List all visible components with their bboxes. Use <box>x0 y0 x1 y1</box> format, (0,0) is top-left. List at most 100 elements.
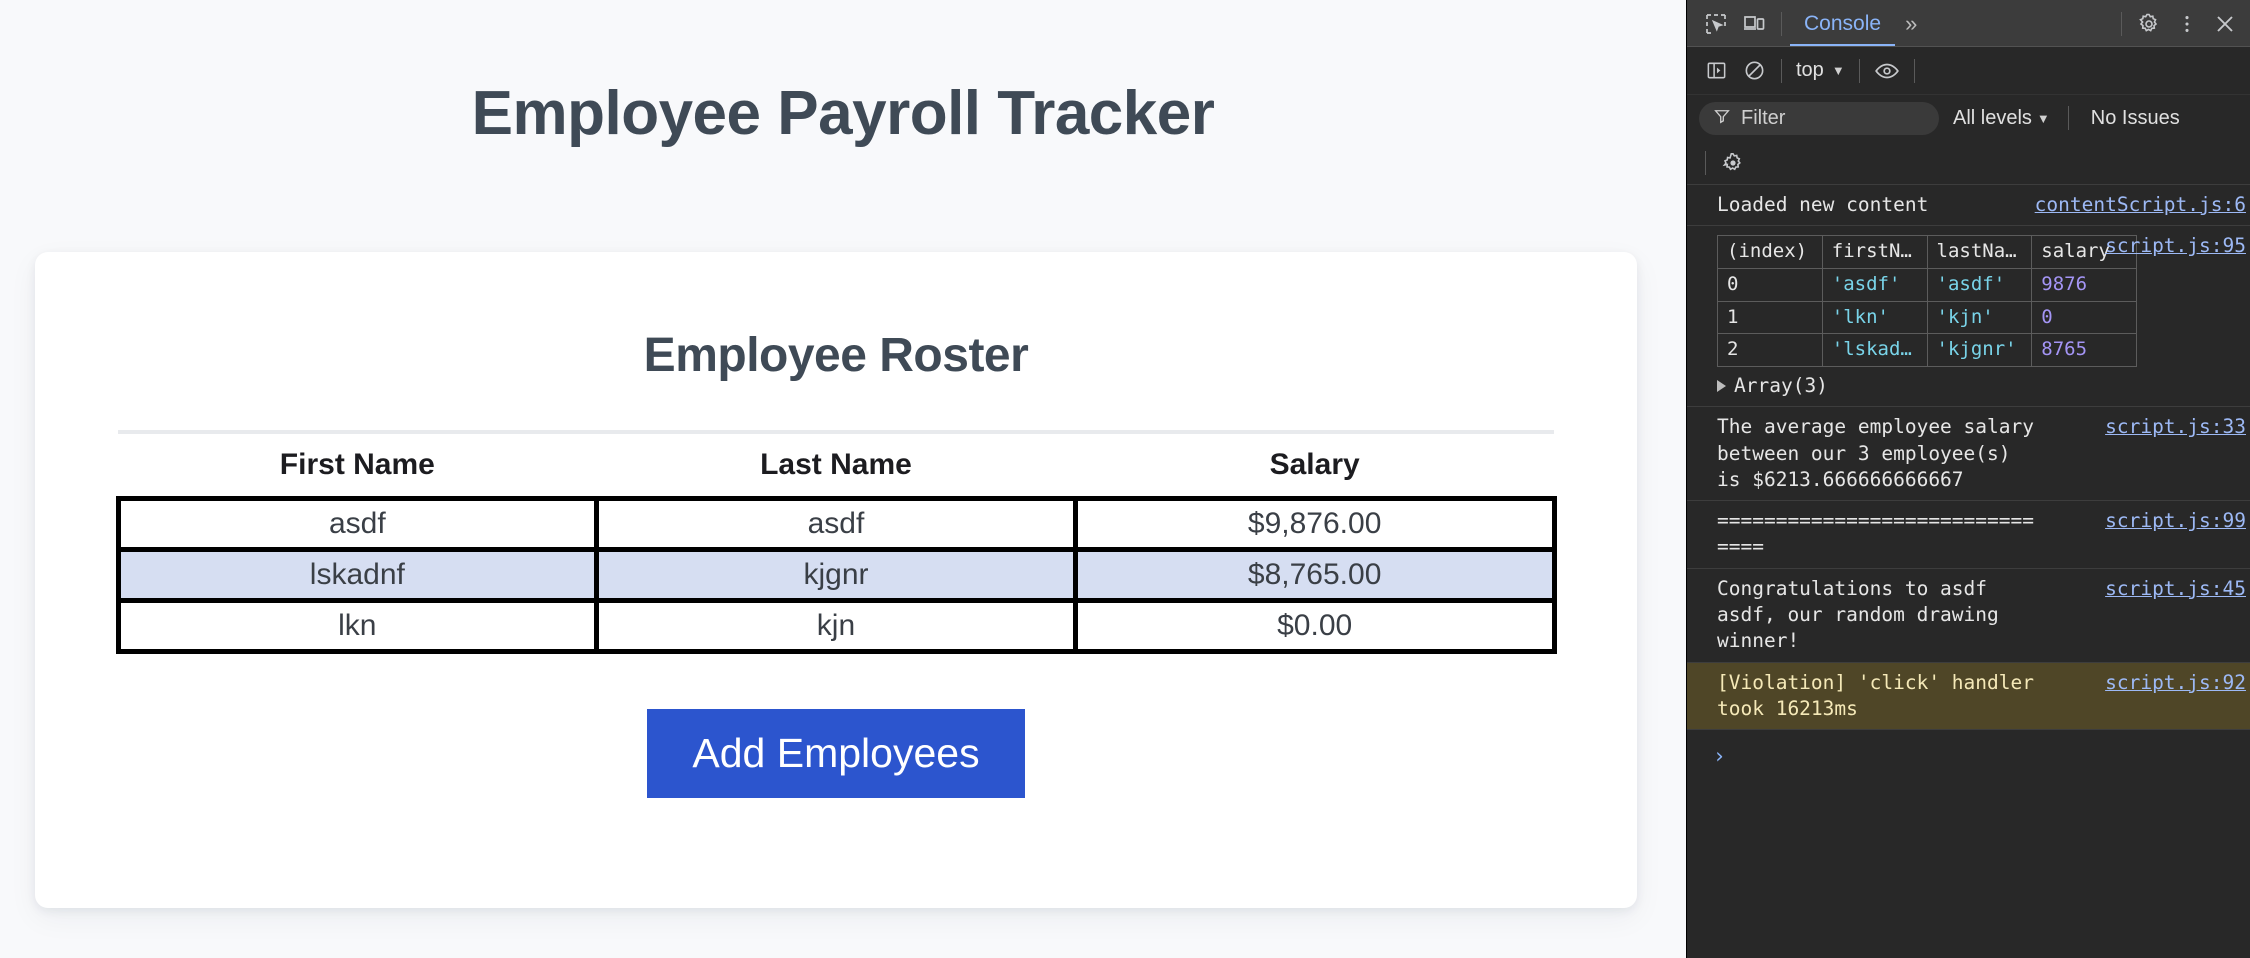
console-table-header: (index) <box>1717 235 1823 269</box>
console-filter-bar: Filter All levels ▼ No Issues <box>1687 95 2250 141</box>
console-table-cell-last: 'kjgnr' <box>1926 333 2033 367</box>
cell-last-name: kjn <box>594 598 1078 654</box>
table-row[interactable]: lkn kjn $0.00 <box>115 598 1557 654</box>
console-table-cell-salary: 9876 <box>2031 267 2137 302</box>
console-table-header-row: (index) firstN… lastNa… salary <box>1717 235 2137 269</box>
more-options-icon[interactable] <box>2168 5 2206 43</box>
console-source-link[interactable]: script.js:33 <box>2105 414 2246 440</box>
execution-context-label: top <box>1796 59 1824 81</box>
live-expression-icon[interactable] <box>1868 52 1906 90</box>
console-table-cell-salary: 0 <box>2031 300 2137 335</box>
console-toolbar-divider-2 <box>1858 58 1860 83</box>
device-toolbar-icon[interactable] <box>1735 5 1773 43</box>
console-table-cell-last: 'kjn' <box>1926 300 2033 335</box>
cell-salary: $8,765.00 <box>1072 547 1557 603</box>
cell-first-name: lkn <box>115 598 600 654</box>
cell-salary: $9,876.00 <box>1072 496 1557 552</box>
roster-table-wrapper: First Name Last Name Salary asdf asdf $9,8… <box>115 430 1557 654</box>
cell-first-name: asdf <box>115 496 600 552</box>
filter-placeholder: Filter <box>1741 106 1786 129</box>
filter-divider <box>2067 106 2069 130</box>
console-table-message[interactable]: script.js:95 (index) firstN… lastNa… salary 0… <box>1687 226 2250 408</box>
console-table-header: lastNa… <box>1926 235 2033 269</box>
column-header-salary: Salary <box>1075 430 1554 499</box>
expand-triangle-icon <box>1717 380 1726 393</box>
console-table-row: 0'asdf''asdf' 9876 <box>1717 267 2137 302</box>
console-sidebar-icon[interactable] <box>1697 52 1735 90</box>
add-employees-button[interactable]: Add Employees <box>647 709 1025 799</box>
column-header-last-name: Last Name <box>596 430 1076 499</box>
console-violation-message[interactable]: script.js:92 [Violation] 'click' handler … <box>1687 662 2250 731</box>
filter-icon <box>1713 107 1731 130</box>
console-table-header: firstN… <box>1821 235 1928 269</box>
console-source-link[interactable]: contentScript.js:6 <box>2035 192 2246 218</box>
log-level-selector[interactable]: All levels ▼ <box>1939 107 2060 130</box>
console-table-cell-index: 2 <box>1717 333 1823 367</box>
page-title: Employee Payroll Tracker <box>471 79 1215 148</box>
console-toolbar-divider-3 <box>1913 58 1915 83</box>
log-level-label: All levels <box>1953 106 2032 129</box>
toolbar-divider <box>1781 11 1782 36</box>
console-array-expander[interactable]: Array(3) <box>1717 369 2250 399</box>
console-source-link[interactable]: script.js:92 <box>2105 670 2246 696</box>
console-message-list[interactable]: contentScript.js:6 Loaded new content scri… <box>1687 185 2250 958</box>
console-message-text: =============================== <box>1717 509 2034 559</box>
console-toolbar-divider <box>1781 58 1782 83</box>
console-settings-row <box>1687 141 2250 185</box>
console-log-message[interactable]: contentScript.js:6 Loaded new content <box>1687 185 2250 227</box>
roster-heading: Employee Roster <box>643 329 1029 382</box>
console-table-cell-last: 'asdf' <box>1926 267 2033 302</box>
console-source-link[interactable]: script.js:99 <box>2105 508 2246 534</box>
execution-context-selector[interactable]: top ▼ <box>1790 59 1851 82</box>
devtools-tabbar: Console » <box>1687 0 2250 47</box>
roster-header-row: First Name Last Name Salary <box>118 430 1554 499</box>
tab-console[interactable]: Console <box>1790 0 1896 47</box>
devtools-panel: Console » top ▼ Filter All levels ▼ No I… <box>1686 0 2250 958</box>
screenshot-root: Employee Payroll Tracker Employee Roster… <box>0 0 2250 958</box>
roster-card: Employee Roster First Name Last Name Sal… <box>35 252 1637 908</box>
web-page: Employee Payroll Tracker Employee Roster… <box>0 0 1686 958</box>
console-message-text: Congratulations to asdf asdf, our random… <box>1717 576 2011 653</box>
roster-table: First Name Last Name Salary asdf asdf $9,8… <box>115 430 1557 654</box>
console-table: (index) firstN… lastNa… salary 0'asdf''asdf'… <box>1717 235 2137 367</box>
console-settings-icon[interactable] <box>1714 144 1752 182</box>
console-message-text: Loaded new content <box>1717 193 1929 216</box>
more-tabs-icon[interactable]: » <box>1895 12 1927 35</box>
console-prompt[interactable]: › <box>1687 730 2250 782</box>
table-row[interactable]: lskadnf kjgnr $8,765.00 <box>115 547 1557 603</box>
console-array-label: Array(3) <box>1734 373 1828 397</box>
console-toolbar: top ▼ <box>1687 47 2250 95</box>
toolbar-divider-2 <box>2121 11 2122 36</box>
console-log-message[interactable]: script.js:99 ============================… <box>1687 501 2250 569</box>
roster-table-head: First Name Last Name Salary <box>118 430 1554 499</box>
cell-first-name: lskadnf <box>115 547 600 603</box>
cell-last-name: asdf <box>594 496 1078 552</box>
gear-icon[interactable] <box>2130 5 2168 43</box>
console-source-link[interactable]: script.js:95 <box>2105 233 2246 259</box>
console-table-cell-first: 'asdf' <box>1821 267 1928 302</box>
console-log-message[interactable]: script.js:45 Congratulations to asdf asdf… <box>1687 569 2250 663</box>
inspect-element-icon[interactable] <box>1697 5 1735 43</box>
console-table-cell-first: 'lskad… <box>1821 333 1928 367</box>
column-header-first-name: First Name <box>118 430 597 499</box>
console-table-row: 1'lkn''kjn' 0 <box>1717 300 2137 335</box>
console-log-message[interactable]: script.js:33 The average employee salary … <box>1687 407 2250 502</box>
cell-salary: $0.00 <box>1072 598 1557 654</box>
console-message-text: [Violation] 'click' handler took 16213ms <box>1717 670 2046 720</box>
search-input[interactable]: Filter <box>1699 101 1939 135</box>
settings-divider <box>1705 150 1706 175</box>
console-source-link[interactable]: script.js:45 <box>2105 576 2246 602</box>
console-table-cell-first: 'lkn' <box>1821 300 1928 335</box>
console-table-cell-index: 1 <box>1717 300 1823 335</box>
cell-last-name: kjgnr <box>594 547 1078 603</box>
console-table-row: 2'lskad…'kjgnr' 8765 <box>1717 333 2137 367</box>
clear-console-icon[interactable] <box>1735 52 1773 90</box>
chevron-down-icon: ▼ <box>1831 63 1845 78</box>
table-row[interactable]: asdf asdf $9,876.00 <box>115 496 1557 552</box>
roster-table-body: asdf asdf $9,876.00 lskadnf kjgnr $8,765.00 lk… <box>115 496 1557 654</box>
chevron-down-icon-levels: ▼ <box>2036 110 2050 126</box>
console-table-cell-salary: 8765 <box>2031 333 2137 367</box>
close-icon[interactable] <box>2206 5 2244 43</box>
console-table-cell-index: 0 <box>1717 267 1823 302</box>
issues-counter[interactable]: No Issues <box>2077 107 2180 130</box>
